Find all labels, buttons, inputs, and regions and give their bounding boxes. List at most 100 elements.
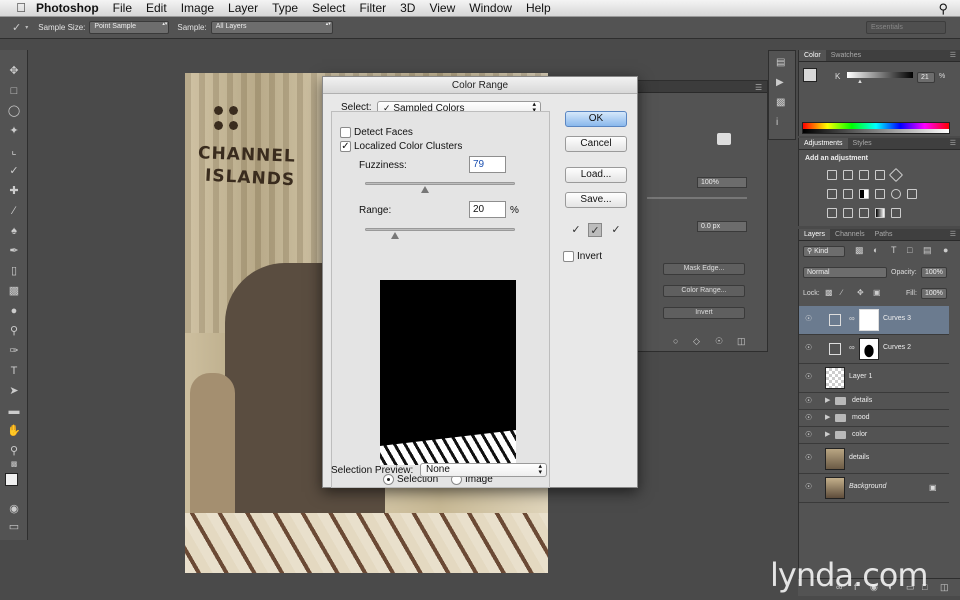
layer-mask-thumbnail[interactable]	[859, 338, 879, 360]
hand-tool-icon[interactable]: ✋	[7, 424, 21, 438]
curves-adj-icon[interactable]	[859, 170, 869, 180]
actions-panel-icon[interactable]: ▶	[776, 77, 784, 88]
menu-file[interactable]: File	[113, 1, 132, 15]
color-range-button[interactable]: Color Range...	[663, 285, 745, 297]
properties-panel-icon[interactable]: ▩	[776, 97, 785, 108]
apple-icon[interactable]: 	[14, 1, 28, 15]
sample-select[interactable]: All Layers	[210, 21, 333, 34]
healing-tool-icon[interactable]: ✚	[7, 184, 21, 198]
lock-pixels-icon[interactable]: ∕	[841, 288, 842, 297]
info-panel-icon[interactable]: i	[776, 117, 778, 128]
apply-mask-icon[interactable]: ◇	[693, 336, 700, 347]
filter-toggle-icon[interactable]: ●	[943, 245, 948, 255]
channel-mixer-adj-icon[interactable]	[891, 189, 901, 199]
add-eyedropper-icon[interactable]: ✓	[588, 223, 602, 237]
eyedropper-icon[interactable]: ✓	[569, 223, 583, 237]
selective-color-adj-icon[interactable]	[891, 208, 901, 218]
photo-filter-adj-icon[interactable]	[875, 189, 885, 199]
invert-checkbox[interactable]	[563, 251, 574, 262]
type-filter-icon[interactable]: T	[891, 245, 897, 255]
visibility-eye-icon[interactable]: ☉	[805, 430, 812, 439]
history-panel-icon[interactable]: ▤	[776, 57, 785, 68]
bw-adj-icon[interactable]	[859, 189, 869, 199]
mask-edge-button[interactable]: Mask Edge...	[663, 263, 745, 275]
chain-link-icon[interactable]: ∞	[849, 314, 855, 323]
path-select-icon[interactable]: ➤	[7, 384, 21, 398]
visibility-eye-icon[interactable]: ☉	[805, 396, 812, 405]
tab-styles[interactable]: Styles	[848, 138, 877, 149]
fg-color-swatch[interactable]	[803, 68, 817, 82]
chain-link-icon[interactable]: ∞	[849, 343, 855, 352]
selection-preview-dropdown[interactable]: None ▴ ▾	[420, 463, 547, 477]
threshold-adj-icon[interactable]	[859, 208, 869, 218]
exposure-adj-icon[interactable]	[875, 170, 885, 180]
zoom-tool-icon[interactable]: ⚲	[7, 444, 21, 458]
group-row-details[interactable]: ☉ ▶ details	[799, 393, 949, 410]
move-tool-icon[interactable]: ✥	[7, 64, 21, 78]
opacity-field[interactable]: 100%	[921, 267, 947, 278]
layer-mask-thumbnail[interactable]	[859, 309, 879, 331]
group-row-color[interactable]: ☉ ▶ color	[799, 427, 949, 444]
hue-sat-adj-icon[interactable]	[827, 189, 837, 199]
menu-layer[interactable]: Layer	[228, 1, 258, 15]
gradient-map-adj-icon[interactable]	[875, 208, 885, 218]
levels-adj-icon[interactable]	[843, 170, 853, 180]
kind-filter-select[interactable]: ⚲ Kind	[803, 246, 845, 257]
layer-row-curves-3[interactable]: ☉ ∞ Curves 3	[799, 306, 949, 335]
lock-transparent-icon[interactable]: ▩	[825, 288, 833, 297]
adjustments-menu-icon[interactable]: ☰	[945, 138, 960, 149]
visibility-icon[interactable]: ☉	[715, 336, 723, 347]
load-button[interactable]: Load...	[565, 167, 627, 183]
dodge-tool-icon[interactable]: ⚲	[7, 324, 21, 338]
expand-arrow-icon[interactable]: ▶	[825, 413, 830, 421]
range-slider-thumb[interactable]	[391, 232, 399, 239]
tab-color[interactable]: Color	[799, 50, 826, 61]
expand-arrow-icon[interactable]: ▶	[825, 430, 830, 438]
visibility-eye-icon[interactable]: ☉	[805, 372, 812, 381]
menu-help[interactable]: Help	[526, 1, 551, 15]
tab-channels[interactable]: Channels	[830, 229, 870, 240]
lock-all-icon[interactable]: ▣	[873, 288, 881, 297]
quick-mask-icon[interactable]: ◉	[7, 502, 21, 516]
layer-row-curves-2[interactable]: ☉ ∞ Curves 2	[799, 335, 949, 364]
color-spectrum[interactable]	[802, 122, 950, 134]
brightness-adj-icon[interactable]	[827, 170, 837, 180]
clone-stamp-icon[interactable]: ♠	[7, 224, 21, 238]
menu-image[interactable]: Image	[181, 1, 214, 15]
k-slider[interactable]	[847, 72, 913, 78]
color-panel-menu-icon[interactable]: ☰	[945, 50, 960, 61]
density-field[interactable]: 100%	[697, 177, 747, 188]
vibrance-adj-icon[interactable]	[888, 167, 904, 183]
workspace-switcher[interactable]: Essentials	[866, 21, 946, 34]
menu-select[interactable]: Select	[312, 1, 345, 15]
eyedropper-tool-icon[interactable]: ✓	[12, 21, 21, 34]
shape-tool-icon[interactable]: ▬	[7, 404, 21, 418]
group-row-mood[interactable]: ☉ ▶ mood	[799, 410, 949, 427]
range-slider[interactable]	[365, 228, 515, 231]
marquee-tool-icon[interactable]: □	[7, 84, 21, 98]
menu-3d[interactable]: 3D	[400, 1, 415, 15]
subtract-eyedropper-icon[interactable]: ✓	[609, 223, 623, 237]
blur-tool-icon[interactable]: ●	[7, 304, 21, 318]
tab-layers[interactable]: Layers	[799, 229, 831, 240]
feather-field[interactable]: 0.0 px	[697, 221, 747, 232]
visibility-eye-icon[interactable]: ☉	[805, 343, 812, 352]
k-slider-thumb[interactable]: ▲	[857, 79, 863, 85]
fuzziness-slider-thumb[interactable]	[421, 186, 429, 193]
menu-edit[interactable]: Edit	[146, 1, 167, 15]
mask-icon[interactable]	[717, 133, 731, 145]
layer-row-layer-1[interactable]: ☉ Layer 1	[799, 364, 949, 393]
delete-layer-icon[interactable]: ◫	[940, 582, 949, 593]
invert-button[interactable]: Invert	[663, 307, 745, 319]
tool-preset-arrow-icon[interactable]: ▾	[25, 24, 28, 31]
tab-adjustments[interactable]: Adjustments	[799, 138, 848, 149]
density-slider[interactable]	[647, 197, 747, 199]
quick-select-tool-icon[interactable]: ✦	[7, 124, 21, 138]
invert-adj-icon[interactable]	[827, 208, 837, 218]
type-tool-icon[interactable]: T	[7, 364, 21, 378]
expand-arrow-icon[interactable]: ▶	[825, 396, 830, 404]
tab-paths[interactable]: Paths	[870, 229, 898, 240]
tab-swatches[interactable]: Swatches	[826, 50, 866, 61]
blend-mode-select[interactable]: Normal	[803, 267, 887, 278]
foreground-color-swatch[interactable]	[5, 473, 18, 486]
